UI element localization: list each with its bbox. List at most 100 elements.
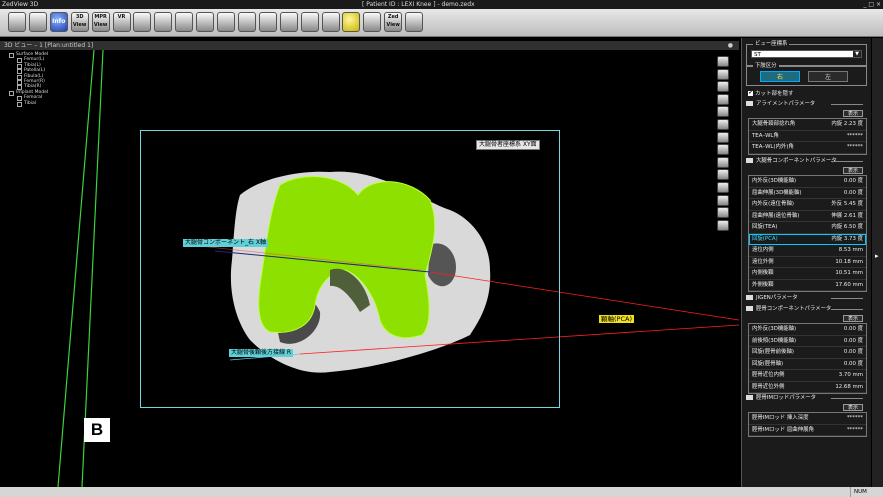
tool-10-button[interactable] xyxy=(196,12,215,32)
tool-20-button[interactable] xyxy=(405,12,424,32)
parameter-name: 回旋(脛骨前後軸) xyxy=(752,349,794,355)
femoral-rows: 内外反(3D機能軸) 0.00 度屈曲伸展(3D機能軸) 0.00 度内外反(遠位骨… xyxy=(748,175,867,292)
jigen-header[interactable]: JIGENパラメータ xyxy=(746,294,867,302)
viewport-header: 3D ビュー – 1 [Plan:untitled 1] ● xyxy=(0,41,739,50)
view-tool-button[interactable] xyxy=(717,118,729,130)
view-tool-button[interactable] xyxy=(717,194,729,206)
left-side-button[interactable]: 左 xyxy=(808,71,848,82)
viewport-close-icon[interactable]: ● xyxy=(728,41,733,50)
parameter-value: ****** xyxy=(846,415,863,421)
pca-label: 顆軸(PCA) xyxy=(599,315,634,323)
view-tool-button[interactable] xyxy=(717,219,729,231)
tool-12-button[interactable] xyxy=(237,12,256,32)
view-tool-button[interactable] xyxy=(717,81,729,93)
view-tool-button[interactable] xyxy=(717,56,729,67)
view-tool-button[interactable] xyxy=(717,93,729,105)
parameter-row[interactable]: 遠位外側 10.18 mm xyxy=(749,257,866,268)
right-side-button[interactable]: 右 xyxy=(760,71,800,82)
parameter-name: 脛骨IMロッド 屈曲伸展角 xyxy=(752,426,814,433)
zed-view-button[interactable]: Zed View xyxy=(384,12,403,32)
parameter-name: 内外反(3D機能軸) xyxy=(752,178,797,184)
tool-11-button[interactable] xyxy=(217,12,235,32)
parameter-row[interactable]: 大腿骨頚部捻れ角 内旋 2.23 度 xyxy=(749,119,866,131)
tibial-header[interactable]: 脛骨コンポーネントパラメータ xyxy=(746,305,867,313)
num-lock-indicator: NUM xyxy=(850,487,867,497)
view-tool-button[interactable] xyxy=(717,181,729,193)
tibial-display-button[interactable]: 表示 xyxy=(843,315,863,322)
femoral-display-button[interactable]: 表示 xyxy=(843,167,863,174)
parameter-row[interactable]: 脛骨IMロッド 挿入深度 ****** xyxy=(749,413,866,425)
section-toggle-icon xyxy=(746,395,753,400)
vr-button[interactable]: VR xyxy=(112,12,131,32)
checkbox-check-icon[interactable]: ✔ xyxy=(748,91,753,96)
hide-cut-checkbox[interactable]: ✔ カット部を隠す xyxy=(748,89,794,97)
parameter-value: 0.00 度 xyxy=(843,189,863,196)
parameter-row[interactable]: 内外反(遠位骨軸) 外反 5.45 度 xyxy=(749,199,866,211)
parameter-row[interactable]: 回旋(脛骨前後軸) 0.00 度 xyxy=(749,347,866,359)
mpr-view-button[interactable]: MPR View xyxy=(91,12,110,32)
tool-13-button[interactable] xyxy=(258,12,277,32)
view-tool-button[interactable] xyxy=(717,144,729,156)
tool-17-button[interactable] xyxy=(342,12,361,32)
view-tool-button[interactable] xyxy=(717,156,729,168)
view-tool-button[interactable] xyxy=(717,207,729,219)
tool-16-button[interactable] xyxy=(321,12,340,32)
parameter-row[interactable]: 遠位内側 8.53 mm xyxy=(749,245,866,257)
view-tool-button[interactable] xyxy=(717,106,729,118)
femoral-header[interactable]: 大腿骨コンポーネントパラメータ xyxy=(746,157,867,165)
parameter-value: 外反 5.45 度 xyxy=(831,201,863,207)
rod-section: 脛骨IMロッドパラメータ 表示 脛骨IMロッド 挿入深度 ****** 脛骨IMロッ… xyxy=(746,394,867,437)
tool-14-button[interactable] xyxy=(279,12,298,32)
scroll-arrow-icon[interactable]: ▸ xyxy=(875,252,879,260)
view-coordinate-select[interactable]: ST ▼ xyxy=(751,50,862,58)
posterior-tangent-label: 大腿骨後顆後方接線 R xyxy=(229,349,294,357)
alignment-header[interactable]: アライメントパラメータ xyxy=(746,100,867,108)
tool-15-button[interactable] xyxy=(300,12,319,32)
parameter-row[interactable]: 脛骨近位外側 12.68 mm xyxy=(749,382,866,393)
tool-18-button[interactable] xyxy=(363,12,382,32)
view-tools xyxy=(717,56,731,232)
rod-display-button[interactable]: 表示 xyxy=(843,404,863,411)
parameter-name: 屈曲伸展(遠位骨軸) xyxy=(752,212,800,219)
tibial-section: 脛骨コンポーネントパラメータ 表示 内外反(3D機能軸) 0.00 度前後傾(3D… xyxy=(746,305,867,394)
parameter-name: TEA–WL(内外)角 xyxy=(752,144,794,150)
parameter-row[interactable]: 脛骨IMロッド 屈曲伸展角 ****** xyxy=(749,425,866,436)
status-bar: NUM xyxy=(0,487,883,497)
tool-8-button[interactable] xyxy=(154,12,173,32)
parameter-row[interactable]: 前後傾(3D機能軸) 0.00 度 xyxy=(749,336,866,347)
view-tool-button[interactable] xyxy=(717,68,729,80)
parameter-row[interactable]: 脛骨近位内側 3.70 mm xyxy=(749,370,866,382)
alignment-display-button[interactable]: 表示 xyxy=(843,110,863,117)
tool-9-button[interactable] xyxy=(175,12,194,32)
parameter-row[interactable]: TEA–WL(内外)角 ****** xyxy=(749,142,866,154)
parameter-row[interactable]: 回旋(PCA) 内旋 3.73 度 xyxy=(749,233,866,245)
parameter-row[interactable]: 外側後顆 17.60 mm xyxy=(749,280,866,291)
rod-header[interactable]: 脛骨IMロッドパラメータ xyxy=(746,394,867,402)
parameter-row[interactable]: 内外反(3D機能軸) 0.00 度 xyxy=(749,176,866,188)
window-controls[interactable]: _ □ × xyxy=(863,0,881,9)
parameter-row[interactable]: 内外反(3D機能軸) 0.00 度 xyxy=(749,324,866,336)
view-tool-button[interactable] xyxy=(717,169,729,181)
section-toggle-icon xyxy=(746,158,753,163)
db2-button[interactable] xyxy=(28,12,47,32)
panel-scrollbar[interactable]: ▸ xyxy=(872,38,883,487)
parameter-row[interactable]: 屈曲伸展(3D機能軸) 0.00 度 xyxy=(749,188,866,199)
document-title: [ Patient ID : LEXI Knee ] - demo.zedx xyxy=(362,1,475,8)
parameter-row[interactable]: TEA–WL角 ****** xyxy=(749,131,866,142)
model-tree: Surface Model Femur(L) Tibia(L) Patella(L) F… xyxy=(8,52,48,107)
parameter-row[interactable]: 回旋(脛骨軸) 0.00 度 xyxy=(749,359,866,370)
db-button[interactable] xyxy=(8,12,26,32)
parameter-row[interactable]: 内側後顆 10.51 mm xyxy=(749,268,866,280)
tree-item[interactable]: Tibial xyxy=(16,101,48,107)
section-toggle-icon xyxy=(746,306,753,311)
info-button[interactable]: Info xyxy=(49,12,68,32)
tibial-rows: 内外反(3D機能軸) 0.00 度前後傾(3D機能軸) 0.00 度回旋(脛骨前後軸… xyxy=(748,323,867,394)
view-tool-button[interactable] xyxy=(717,131,729,143)
parameter-value: 伸展 2.61 度 xyxy=(831,212,863,219)
3d-view-button[interactable]: 3D View xyxy=(70,12,89,32)
parameter-row[interactable]: 回旋(TEA) 内旋 6.50 度 xyxy=(749,222,866,234)
parameter-name: 脛骨IMロッド 挿入深度 xyxy=(752,415,809,421)
tool-7-button[interactable] xyxy=(133,12,152,32)
parameter-row[interactable]: 屈曲伸展(遠位骨軸) 伸展 2.61 度 xyxy=(749,211,866,222)
viewport-title: 3D ビュー – 1 [Plan:untitled 1] xyxy=(4,42,94,49)
